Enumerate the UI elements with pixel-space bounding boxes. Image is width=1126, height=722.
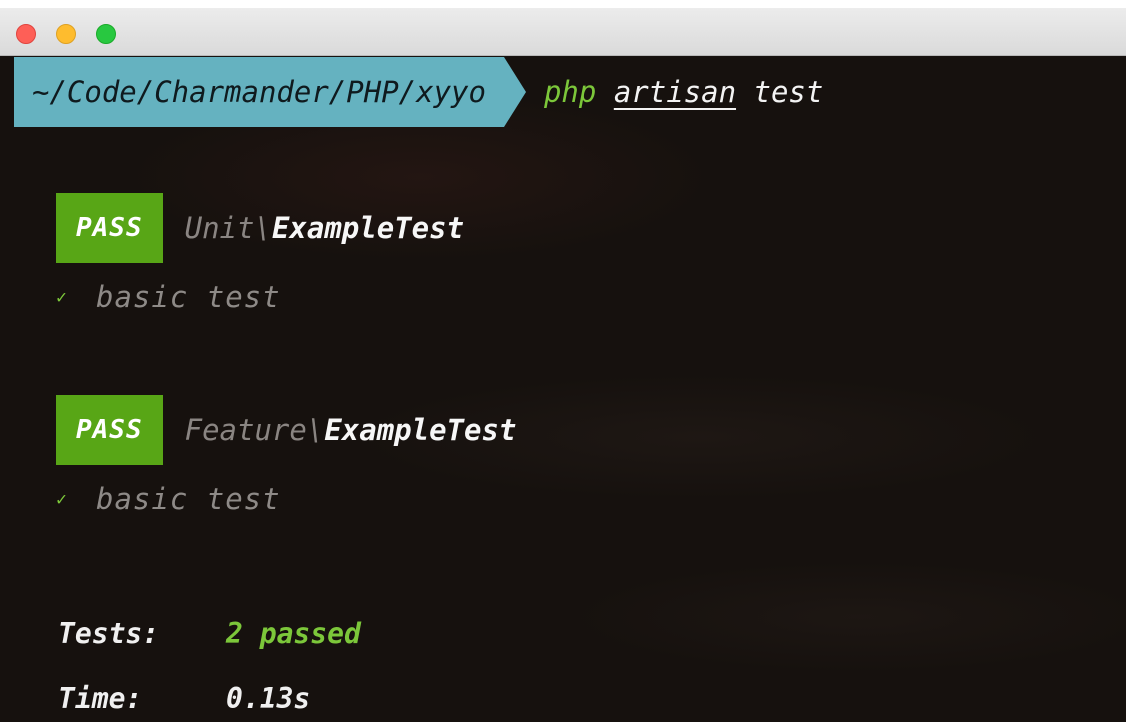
minimize-window-button[interactable] — [56, 24, 76, 44]
suite-title: Feature\ExampleTest — [185, 413, 517, 447]
suite-namespace: Unit — [184, 211, 255, 245]
pass-badge: PASS — [56, 395, 163, 465]
summary-time-label: Time: — [58, 681, 143, 715]
command-argument: test — [753, 75, 824, 109]
pass-badge: PASS — [56, 193, 163, 263]
terminal-window: ~/Code/Charmander/PHP/xyyo php artisan t… — [0, 0, 1126, 722]
namespace-separator: \ — [254, 211, 272, 245]
suite-class-name: ExampleTest — [271, 211, 464, 245]
check-icon: ✓ — [56, 286, 67, 308]
summary-time-value: 0.13s — [226, 681, 311, 715]
test-suite-unit: PASS Unit\ExampleTest — [56, 193, 464, 263]
suite-namespace: Feature — [184, 413, 307, 447]
summary-time: Time: 0.13s — [58, 678, 310, 718]
check-icon: ✓ — [56, 488, 67, 510]
summary-tests: Tests: 2 passed — [58, 613, 361, 653]
title-bar — [0, 8, 1126, 56]
prompt-arrow-icon — [503, 57, 526, 127]
summary-tests-value: 2 passed — [226, 616, 361, 650]
command-program: php — [543, 75, 597, 109]
window-top-edge — [0, 0, 1126, 8]
prompt-path: ~/Code/Charmander/PHP/xyyo — [14, 57, 504, 127]
test-name: basic test — [96, 280, 281, 314]
shell-prompt: ~/Code/Charmander/PHP/xyyo php artisan t… — [14, 57, 823, 127]
zoom-window-button[interactable] — [96, 24, 116, 44]
terminal-output[interactable]: ~/Code/Charmander/PHP/xyyo php artisan t… — [0, 57, 1126, 722]
close-window-button[interactable] — [16, 24, 36, 44]
test-result-row: ✓ basic test — [56, 277, 281, 317]
test-suite-feature: PASS Feature\ExampleTest — [56, 395, 516, 465]
test-name: basic test — [96, 482, 281, 516]
prompt-command: php artisan test — [544, 75, 823, 109]
summary-tests-label: Tests: — [58, 616, 160, 650]
command-subcommand: artisan — [613, 75, 737, 109]
suite-class-name: ExampleTest — [324, 413, 517, 447]
suite-title: Unit\ExampleTest — [185, 211, 464, 245]
namespace-separator: \ — [306, 413, 325, 447]
test-result-row: ✓ basic test — [56, 479, 281, 519]
